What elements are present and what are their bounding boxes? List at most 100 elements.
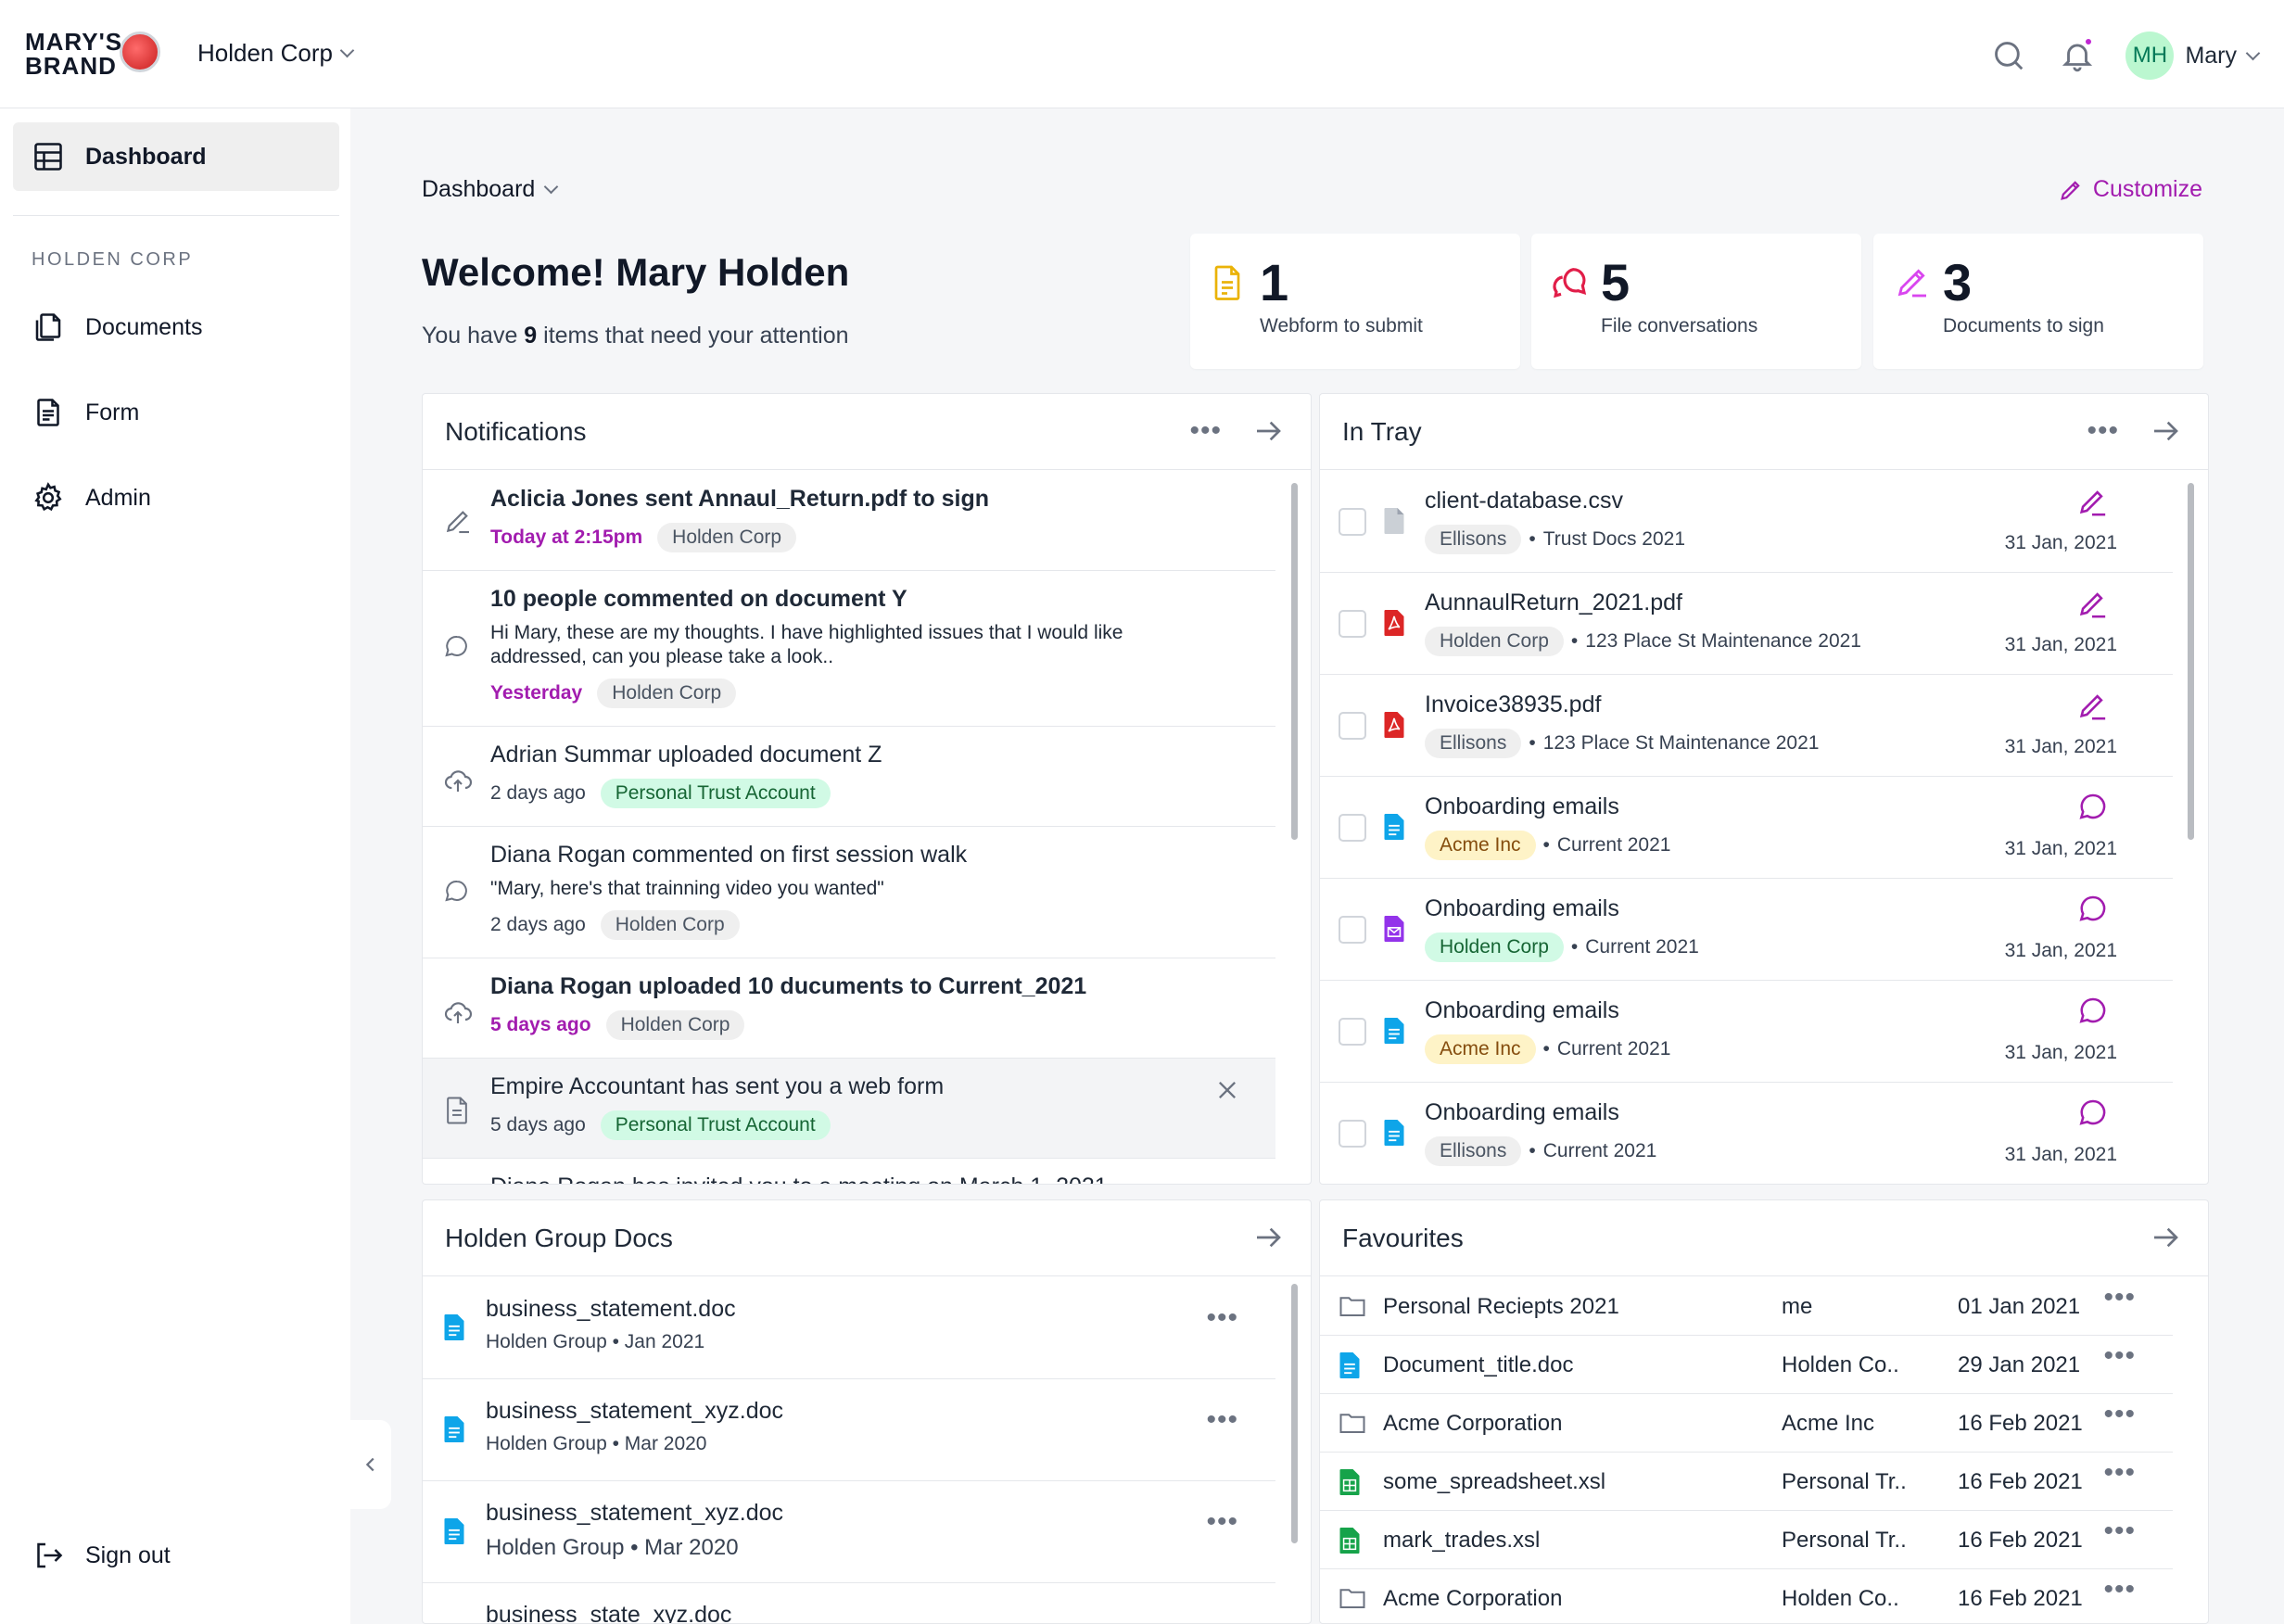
bullet: • (1542, 1038, 1550, 1059)
more-options-icon[interactable]: ••• (2103, 1284, 2136, 1312)
folder-name: 123 Place St Maintenance 2021 (1585, 630, 1861, 652)
file-name: client-database.csv (1425, 488, 1624, 514)
comment-icon (445, 880, 467, 902)
customize-button[interactable]: Customize (2058, 176, 2202, 203)
table-row[interactable]: Acme Corporation Acme Inc 16 Feb 2021 ••… (1320, 1394, 2173, 1453)
table-row[interactable]: mark_trades.xsl Personal Tr.. 16 Feb 202… (1320, 1511, 2173, 1569)
stat-card-sign[interactable]: 3 Documents to sign (1873, 234, 2203, 369)
favourite-date: 16 Feb 2021 (1958, 1528, 2083, 1553)
sign-pencil-icon[interactable] (2076, 690, 2108, 721)
more-options-icon[interactable]: ••• (1206, 1304, 1238, 1332)
folder-name: 123 Place St Maintenance 2021 (1542, 732, 1820, 754)
notification-time: Yesterday (490, 682, 583, 704)
list-item[interactable]: Diana Rogan uploaded 10 ducuments to Cur… (423, 958, 1275, 1059)
favourites-panel: Favourites Personal Reciepts 2021 me 01 … (1319, 1199, 2209, 1624)
user-menu[interactable]: MH Mary (2125, 32, 2261, 80)
bullet: • (1529, 732, 1536, 754)
file-name: business_state_xyz.doc (486, 1602, 732, 1624)
search-icon (1995, 42, 2024, 70)
table-row[interactable]: Onboarding emails Holden Corp • Current 20… (1320, 879, 2173, 981)
more-options-icon[interactable]: ••• (2103, 1576, 2136, 1604)
folder-name: Current 2021 (1542, 1140, 1657, 1161)
notifications-button[interactable] (2057, 35, 2098, 76)
row-checkbox[interactable] (1339, 712, 1366, 740)
list-item[interactable]: Adrian Summar uploaded document Z 2 days… (423, 727, 1275, 827)
org-tag: Holden Corp (1425, 627, 1564, 656)
table-row[interactable]: some_spreadsheet.xsl Personal Tr.. 16 Fe… (1320, 1453, 2173, 1511)
more-options-icon[interactable]: ••• (1206, 1406, 1238, 1434)
org-tag: Holden Corp (600, 910, 740, 940)
list-item[interactable]: business_statement_xyz.doc Holden Group … (423, 1379, 1275, 1481)
stat-value: 3 (1943, 253, 1973, 311)
row-checkbox[interactable] (1339, 1018, 1366, 1046)
sign-out-button[interactable]: Sign out (13, 1521, 339, 1590)
more-options-icon[interactable]: ••• (1206, 1508, 1238, 1536)
breadcrumb[interactable]: Dashboard (422, 176, 559, 203)
arrow-right-icon[interactable] (1253, 416, 1283, 446)
table-row[interactable]: Invoice38935.pdf Ellisons • 123 Place St M… (1320, 675, 2173, 777)
file-name: Onboarding emails (1425, 895, 1619, 921)
list-item[interactable]: Aclicia Jones sent Annaul_Return.pdf to … (423, 471, 1275, 571)
scrollbar[interactable] (2188, 483, 2194, 840)
comment-icon[interactable] (2078, 792, 2108, 821)
sign-pencil-icon[interactable] (2076, 486, 2108, 517)
list-item[interactable]: Diana Rogan commented on first session w… (423, 827, 1275, 958)
table-icon (34, 143, 62, 171)
row-checkbox[interactable] (1339, 814, 1366, 842)
arrow-right-icon[interactable] (1253, 1223, 1283, 1252)
file-date: 31 Jan, 2021 (2004, 1144, 2117, 1165)
sidebar-item-documents[interactable]: Documents (13, 293, 339, 362)
favourite-name: some_spreadsheet.xsl (1383, 1469, 1606, 1494)
notification-time: Today at 2:15pm (490, 527, 643, 548)
arrow-right-icon[interactable] (2151, 416, 2180, 446)
file-name: AunnaulReturn_2021.pdf (1425, 590, 1683, 615)
table-row[interactable]: AunnaulReturn_2021.pdf Holden Corp • 123 P… (1320, 573, 2173, 675)
list-item[interactable]: Diana Rogan has invited you to a meeting… (423, 1159, 1275, 1184)
row-checkbox[interactable] (1339, 610, 1366, 638)
list-item[interactable]: 10 people commented on document Y Hi Mar… (423, 571, 1275, 727)
table-row[interactable]: Onboarding emails Ellisons • Current 2021 … (1320, 1083, 2173, 1184)
scrollbar[interactable] (1291, 483, 1298, 840)
brand-logo[interactable]: MARY'S BRAND (25, 30, 122, 78)
notification-time: 5 days ago (490, 1114, 586, 1136)
more-options-icon[interactable]: ••• (2103, 1459, 2136, 1487)
attention-count: 9 (524, 323, 538, 349)
arrow-right-icon[interactable] (2151, 1223, 2180, 1252)
sidebar-item-label: Dashboard (85, 143, 207, 170)
collapse-sidebar-button[interactable] (350, 1420, 391, 1509)
list-item[interactable]: business_statement.doc Holden Group • Ja… (423, 1277, 1275, 1379)
sidebar-item-form[interactable]: Form (13, 378, 339, 447)
row-checkbox[interactable] (1339, 1120, 1366, 1148)
more-options-icon[interactable]: ••• (2103, 1342, 2136, 1370)
stat-card-webform[interactable]: 1 Webform to submit (1190, 234, 1520, 369)
list-item[interactable]: Empire Accountant has sent you a web for… (423, 1059, 1275, 1159)
sign-pencil-icon[interactable] (2076, 588, 2108, 619)
gear-icon (34, 482, 62, 512)
table-row[interactable]: Onboarding emails Acme Inc • Current 2021 … (1320, 981, 2173, 1083)
panel-header: Notifications ••• (423, 394, 1311, 470)
favourite-date: 01 Jan 2021 (1958, 1294, 2081, 1319)
comment-icon[interactable] (2078, 1097, 2108, 1127)
table-row[interactable]: client-database.csv Ellisons • Trust Docs … (1320, 471, 2173, 573)
sidebar-item-dashboard[interactable]: Dashboard (13, 122, 339, 191)
more-options-icon[interactable]: ••• (2103, 1517, 2136, 1545)
sidebar-item-admin[interactable]: Admin (13, 463, 339, 532)
close-icon[interactable] (1214, 1077, 1240, 1103)
stat-card-conversations[interactable]: 5 File conversations (1531, 234, 1861, 369)
row-checkbox[interactable] (1339, 916, 1366, 944)
comment-icon[interactable] (2078, 996, 2108, 1025)
more-options-icon[interactable]: ••• (1189, 417, 1222, 445)
row-checkbox[interactable] (1339, 508, 1366, 536)
table-row[interactable]: Personal Reciepts 2021 me 01 Jan 2021 ••… (1320, 1277, 2173, 1336)
more-options-icon[interactable]: ••• (2087, 417, 2119, 445)
search-button[interactable] (1988, 35, 2029, 76)
list-item[interactable]: business_state_xyz.doc (423, 1583, 1275, 1624)
table-row[interactable]: Document_title.doc Holden Co.. 29 Jan 20… (1320, 1336, 2173, 1394)
org-switcher[interactable]: Holden Corp (197, 39, 355, 68)
comment-icon[interactable] (2078, 894, 2108, 923)
list-item[interactable]: business_statement_xyz.doc Holden Group … (423, 1481, 1275, 1583)
table-row[interactable]: Onboarding emails Acme Inc • Current 2021 … (1320, 777, 2173, 879)
scrollbar[interactable] (1291, 1284, 1298, 1543)
table-row[interactable]: Acme Corporation Holden Co.. 16 Feb 2021… (1320, 1569, 2173, 1623)
more-options-icon[interactable]: ••• (2103, 1401, 2136, 1428)
